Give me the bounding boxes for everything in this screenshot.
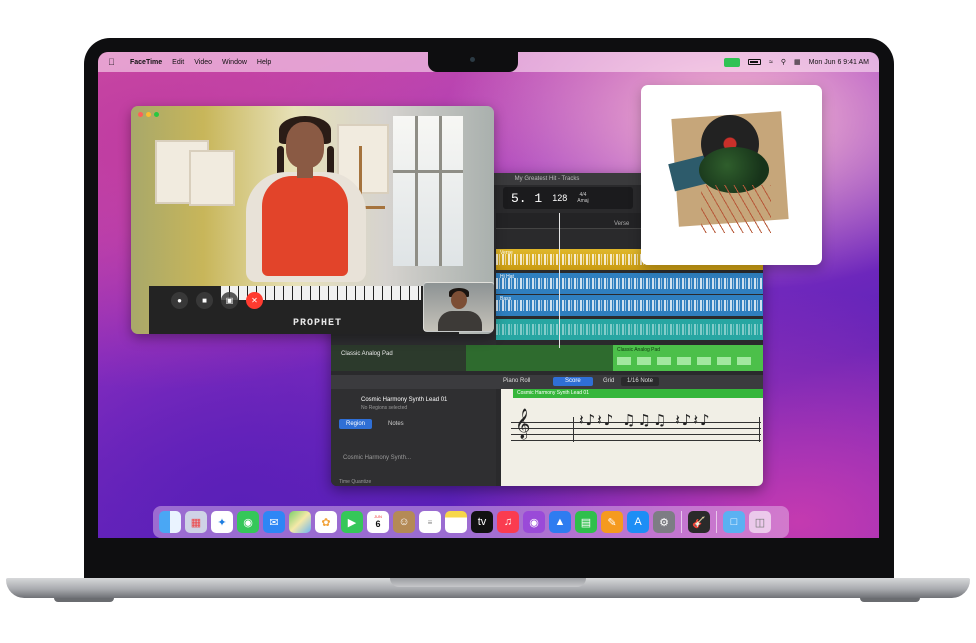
track-region-bass[interactable]: Bass	[496, 295, 763, 316]
keynote-icon[interactable]: ▲	[549, 511, 571, 533]
menu-help[interactable]: Help	[257, 59, 271, 66]
minimize-icon[interactable]	[146, 112, 151, 117]
desktop-screen:  FaceTime Edit Video Window Help ≈ ⚲ ▦ …	[98, 52, 879, 538]
inspector-region-title: Cosmic Harmony Synth Lead 01	[361, 397, 448, 403]
tab-piano-roll[interactable]: Piano Roll	[503, 378, 530, 384]
tab-score[interactable]: Score	[553, 377, 593, 386]
trash-icon[interactable]: ◫	[749, 511, 771, 533]
safari-icon[interactable]: ✦	[211, 511, 233, 533]
canvas-frame	[189, 150, 235, 206]
window-controls	[138, 112, 159, 117]
lcd-signature: 4/4 Amaj	[577, 192, 589, 204]
finder-icon[interactable]	[159, 511, 181, 533]
end-call-icon[interactable]: ✕	[246, 292, 263, 309]
inspector-subtitle: No Regions selected	[361, 405, 408, 411]
ruler-section-label: Verse	[614, 221, 630, 227]
launchpad-icon[interactable]: ▦	[185, 511, 207, 533]
camera-in-use-icon[interactable]	[724, 57, 741, 67]
mail-icon[interactable]: ✉	[263, 511, 285, 533]
barline	[573, 417, 574, 442]
calendar-icon[interactable]: JUN 6	[367, 511, 389, 533]
podcasts-icon[interactable]: ◉	[523, 511, 545, 533]
camera-lens	[470, 57, 475, 62]
status-area: ≈ ⚲ ▦ Mon Jun 6 9:41 AM	[724, 52, 869, 72]
track-lane-analog-pad	[466, 345, 613, 371]
notes-icon[interactable]	[445, 511, 467, 533]
dock-separator	[681, 511, 682, 533]
menu-window[interactable]: Window	[222, 59, 247, 66]
score-region-header[interactable]: Cosmic Harmony Synth Lead 01	[513, 389, 763, 398]
track-header-analog-pad[interactable]: Classic Analog Pad	[331, 345, 466, 371]
facetime-window[interactable]: PROPHET ● ■ ▣ ✕	[131, 106, 494, 334]
appstore-icon[interactable]: A	[627, 511, 649, 533]
album-art-widget[interactable]	[641, 85, 822, 265]
messages-icon[interactable]: ◉	[237, 511, 259, 533]
playhead[interactable]	[559, 213, 560, 348]
instrument-name[interactable]: Cosmic Harmony Synth...	[343, 455, 411, 461]
dock: ▦ ✦ ◉ ✉ ✿ ▶ JUN 6 ☺ ≡ tv ♫ ◉ ▲ ▤ ✎ A ⚙ 🎸…	[153, 506, 789, 538]
lcd-tempo: 128	[552, 193, 568, 203]
music-icon[interactable]: ♫	[497, 511, 519, 533]
music-notes: 𝄽♪𝄽♪ ♫♫♫ 𝄽♪𝄽♪	[579, 411, 712, 429]
menu-video[interactable]: Video	[194, 59, 212, 66]
person-vest	[262, 176, 348, 276]
video-icon[interactable]: ■	[196, 292, 213, 309]
screen-share-icon[interactable]: ▣	[221, 292, 238, 309]
camera-notch	[428, 52, 518, 72]
facetime-icon[interactable]: ▶	[341, 511, 363, 533]
treble-clef-icon: 𝄞	[515, 409, 531, 439]
tab-region[interactable]: Region	[339, 419, 373, 429]
numbers-icon[interactable]: ▤	[575, 511, 597, 533]
person-face	[286, 122, 324, 168]
album-art-sticks	[701, 185, 771, 233]
spotlight-search-icon[interactable]: ⚲	[781, 58, 786, 66]
synth-brand-label: PROPHET	[293, 318, 343, 329]
tv-icon[interactable]: tv	[471, 511, 493, 533]
studio-window	[393, 116, 463, 266]
grid-label: Grid	[603, 378, 615, 384]
garageband-icon[interactable]: 🎸	[688, 511, 710, 533]
lcd-position: 5. 1	[511, 190, 543, 206]
score-editor[interactable]: Cosmic Harmony Synth Lead 01 𝄞 𝄽♪𝄽♪ ♫♫♫ …	[501, 389, 763, 486]
maps-icon[interactable]	[289, 511, 311, 533]
photos-icon[interactable]: ✿	[315, 511, 337, 533]
editor-toolbar: Piano Roll Score Grid 1/16 Note	[331, 375, 763, 389]
track-region-hihat[interactable]: Hi Hat	[496, 273, 763, 294]
region-inspector: Cosmic Harmony Synth Lead 01 No Regions …	[331, 389, 496, 486]
zoom-icon[interactable]	[154, 112, 159, 117]
call-controls: ● ■ ▣ ✕	[171, 292, 263, 309]
control-center-icon[interactable]: ▦	[794, 58, 801, 66]
pages-icon[interactable]: ✎	[601, 511, 623, 533]
battery-icon[interactable]	[748, 59, 762, 65]
settings-icon[interactable]: ⚙	[653, 511, 675, 533]
laptop-foot	[860, 598, 920, 602]
self-view-pip[interactable]	[423, 282, 494, 332]
grid-select[interactable]: 1/16 Note	[621, 377, 660, 386]
menu-edit[interactable]: Edit	[172, 59, 184, 66]
laptop-opening-notch	[390, 578, 586, 587]
wifi-icon[interactable]: ≈	[769, 59, 773, 66]
lcd-display: 5. 1 128 4/4 Amaj	[503, 187, 633, 209]
menu-app-name[interactable]: FaceTime	[130, 59, 162, 66]
region-analog-pad[interactable]: Classic Analog Pad	[613, 345, 763, 371]
mic-icon[interactable]: ●	[171, 292, 188, 309]
apple-menu-icon[interactable]: 	[108, 57, 120, 67]
folder-icon[interactable]: □	[723, 511, 745, 533]
laptop-foot	[54, 598, 114, 602]
dock-separator	[716, 511, 717, 533]
reminders-icon[interactable]: ≡	[419, 511, 441, 533]
track-region-teal[interactable]	[496, 319, 763, 340]
tab-notes[interactable]: Notes	[381, 419, 411, 429]
close-icon[interactable]	[138, 112, 143, 117]
barline	[759, 417, 760, 442]
menu-datetime[interactable]: Mon Jun 6 9:41 AM	[809, 59, 869, 66]
contacts-icon[interactable]: ☺	[393, 511, 415, 533]
time-quantize-label: Time Quantize	[339, 479, 372, 485]
